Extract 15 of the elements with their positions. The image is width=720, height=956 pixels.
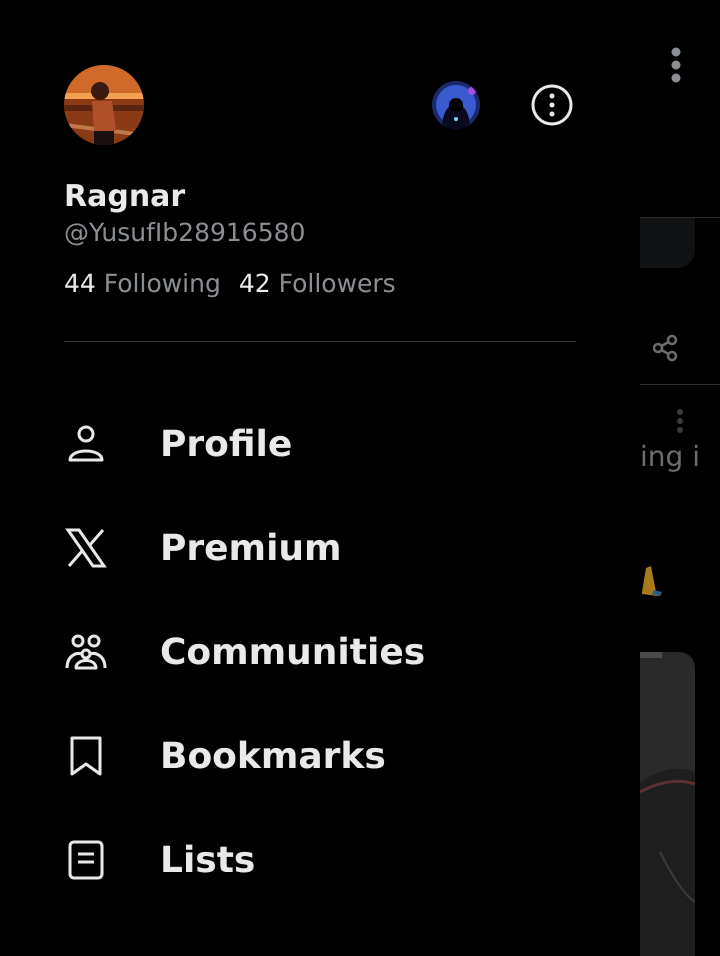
x-icon <box>64 526 108 570</box>
follow-stat[interactable]: 44 Following <box>64 269 221 298</box>
user-handle: @YusufIb28916580 <box>64 218 306 247</box>
menu-item[interactable]: Communities <box>64 600 576 704</box>
menu-item[interactable]: Premium <box>64 496 576 600</box>
menu-item[interactable]: Bookmarks <box>64 704 576 808</box>
menu-item[interactable]: Profile <box>64 392 576 496</box>
share-icon <box>652 334 680 362</box>
display-name: Ragnar <box>64 179 186 214</box>
menu-item[interactable]: Lists <box>64 808 576 912</box>
follow-stat[interactable]: 42 Followers <box>238 269 396 298</box>
post-text: ing i <box>640 440 700 473</box>
more-icon <box>676 408 684 434</box>
more-icon <box>670 46 682 84</box>
more-options-button[interactable] <box>530 83 574 127</box>
